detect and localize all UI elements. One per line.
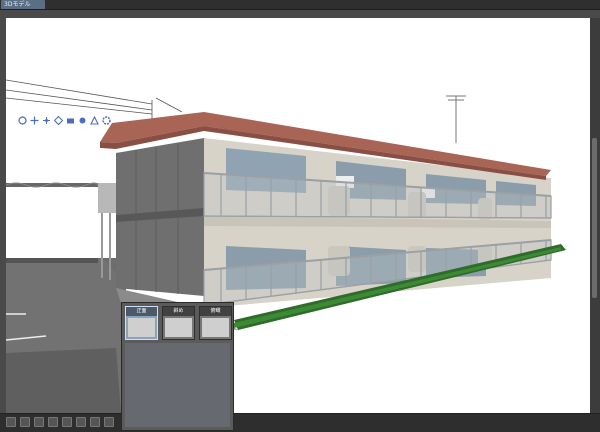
scene-render	[6, 79, 566, 413]
tool-button-8[interactable]	[104, 417, 114, 427]
building-side	[116, 138, 204, 296]
preset-overhead[interactable]: 俯瞰	[199, 306, 232, 340]
camera-preset-panel: 正面 斜め 俯瞰	[121, 302, 234, 431]
tool-button-1[interactable]	[6, 417, 16, 427]
tool-button-7[interactable]	[90, 417, 100, 427]
tool-button-5[interactable]	[62, 417, 72, 427]
bottom-toolbar	[0, 413, 600, 432]
zoom-icon[interactable]	[53, 110, 64, 126]
tool-button-2[interactable]	[20, 417, 30, 427]
canvas-viewport[interactable]	[6, 18, 590, 413]
perspective-icon[interactable]	[90, 110, 99, 125]
light-icon[interactable]	[78, 110, 87, 124]
rotate-icon[interactable]	[18, 110, 27, 125]
vertical-scrollbar[interactable]	[590, 18, 600, 413]
preset-thumbnail	[202, 318, 229, 337]
preset-label: 斜め	[163, 307, 194, 316]
tool-button-3[interactable]	[34, 417, 44, 427]
preset-diagonal[interactable]: 斜め	[162, 306, 195, 340]
view-toolbar	[18, 110, 111, 126]
pan-icon[interactable]	[42, 110, 51, 124]
settings-icon[interactable]	[102, 110, 111, 125]
background-fence	[6, 182, 99, 188]
camera-icon[interactable]	[66, 110, 75, 124]
ground	[6, 258, 126, 413]
preset-panel-body	[125, 343, 230, 427]
tool-button-4[interactable]	[48, 417, 58, 427]
preset-label: 正面	[126, 307, 157, 316]
tab-3d-model[interactable]: 3Dモデル	[1, 0, 45, 9]
preset-label: 俯瞰	[200, 307, 231, 316]
preset-thumbnail	[165, 318, 192, 337]
title-bar: 3Dモデル	[0, 0, 600, 10]
scrollbar-thumb[interactable]	[592, 138, 597, 298]
preset-front[interactable]: 正面	[125, 306, 158, 340]
preset-thumbnail	[128, 318, 155, 337]
move-icon[interactable]	[30, 110, 39, 125]
tool-button-6[interactable]	[76, 417, 86, 427]
antenna	[446, 95, 466, 143]
